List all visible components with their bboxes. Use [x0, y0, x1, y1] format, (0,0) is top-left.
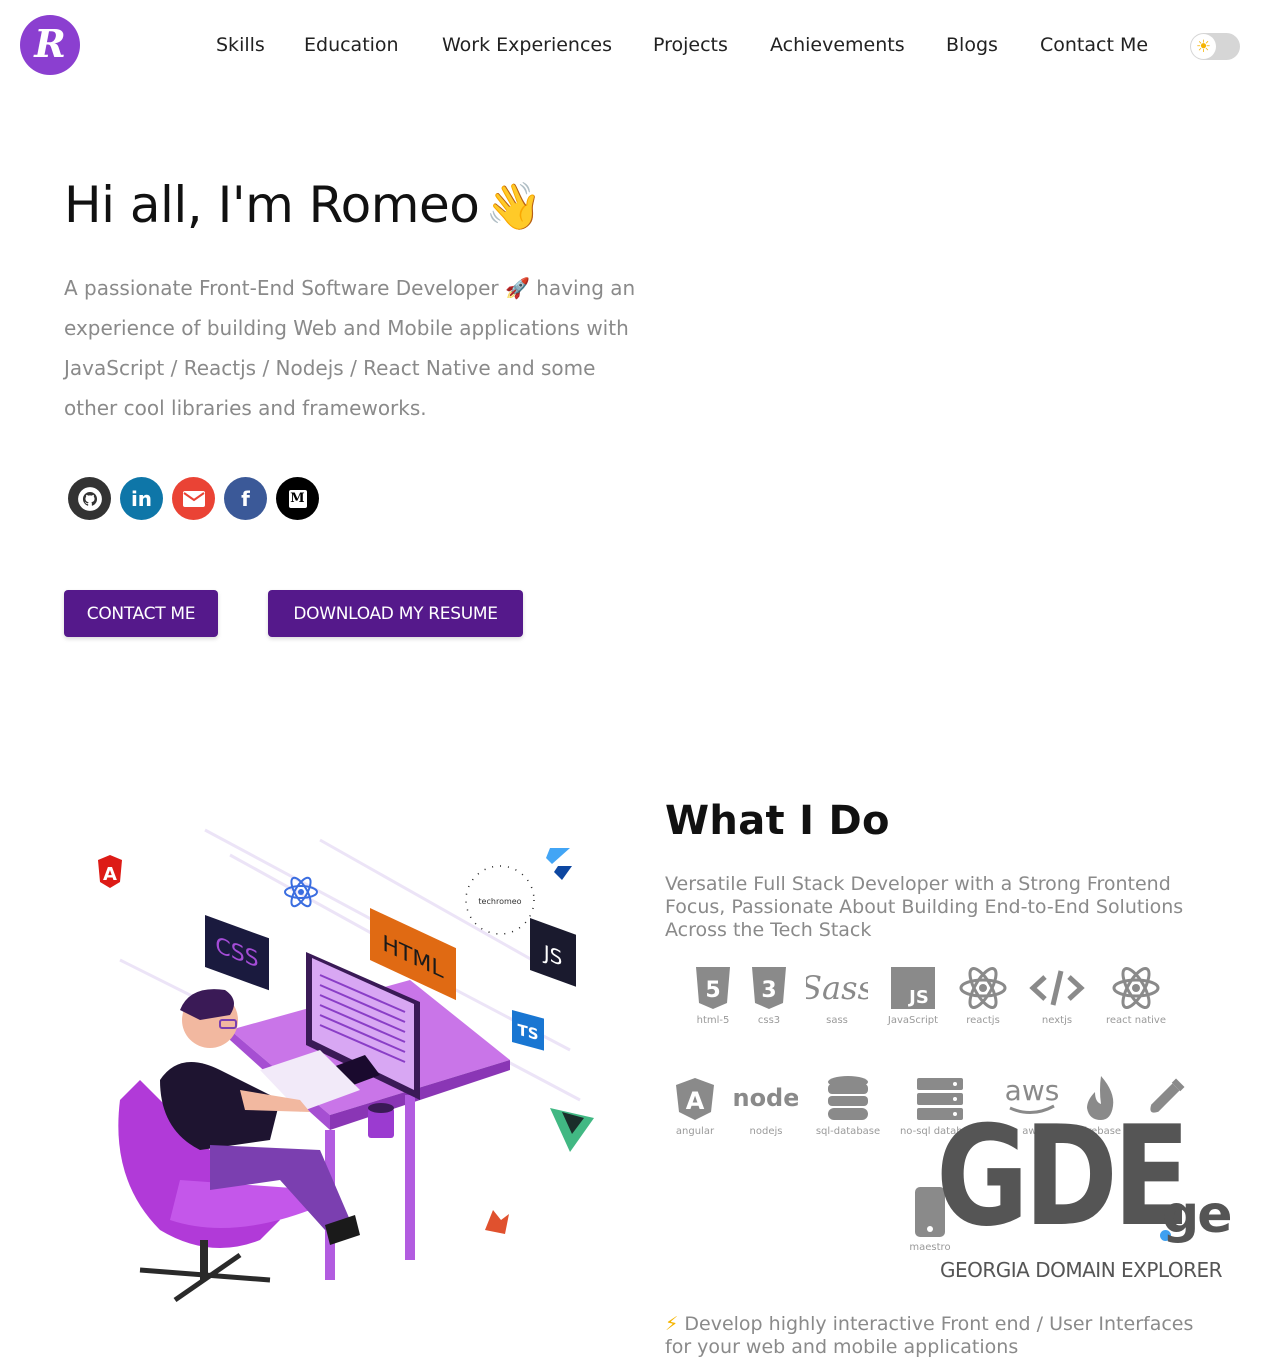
skill-sql-database: sql-database	[808, 1076, 888, 1137]
gde-watermark-tagline: GEORGIA DOMAIN EXPLORER	[940, 1258, 1223, 1282]
social-links: in f M	[68, 477, 319, 520]
gde-watermark-main: GDE	[936, 1096, 1190, 1257]
nav-achievements[interactable]: Achievements	[770, 34, 905, 56]
medium-icon[interactable]: M	[276, 477, 319, 520]
red-logo-icon	[485, 1210, 509, 1234]
javascript-icon: JS	[891, 967, 935, 1009]
skill-sass: Sass sass	[797, 965, 877, 1026]
vue-logo-icon	[550, 1108, 594, 1152]
nav-blogs[interactable]: Blogs	[946, 34, 998, 56]
download-resume-button[interactable]: DOWNLOAD MY RESUME	[268, 590, 523, 637]
nav-skills[interactable]: Skills	[216, 34, 265, 56]
svg-text:A: A	[686, 1087, 705, 1115]
flutter-logo-icon	[546, 848, 572, 880]
code-icon	[1029, 970, 1085, 1006]
svg-text:A: A	[103, 864, 117, 885]
skill-label: nextjs	[1041, 1015, 1073, 1026]
svg-text:node: node	[734, 1084, 798, 1112]
nav-projects[interactable]: Projects	[653, 34, 728, 56]
nav-contact-me[interactable]: Contact Me	[1040, 34, 1148, 56]
skill-label: sql-database	[815, 1126, 881, 1137]
site-logo[interactable]: R	[20, 15, 80, 75]
linkedin-icon[interactable]: in	[120, 477, 163, 520]
what-i-do-bullet-text: Develop highly interactive Front end / U…	[665, 1313, 1194, 1358]
github-icon[interactable]	[68, 477, 111, 520]
skill-angular: A angular	[655, 1076, 735, 1137]
facebook-glyph: f	[241, 486, 250, 511]
nav-education[interactable]: Education	[304, 34, 399, 56]
skill-react-native: react native	[1096, 965, 1176, 1026]
developer-illustration: A techromeo CSS HTML JS TS	[98, 828, 594, 1303]
what-i-do-title: What I Do	[665, 798, 890, 844]
angular-icon: A	[676, 1078, 714, 1120]
js-badge: JS	[530, 918, 576, 987]
lightning-icon: ⚡	[665, 1313, 679, 1335]
gde-watermark: GDE ge GEORGIA DOMAIN EXPLORER	[936, 1108, 1246, 1288]
medium-glyph: M	[288, 489, 307, 508]
skill-label: nodejs	[749, 1126, 783, 1137]
what-i-do-bullet: ⚡ Develop highly interactive Front end /…	[665, 1313, 1225, 1359]
coffee-mug	[368, 1103, 394, 1138]
gde-watermark-suffix: ge	[1162, 1185, 1232, 1245]
skill-nodejs: node nodejs	[726, 1076, 806, 1137]
skill-label: html-5	[696, 1015, 730, 1026]
skill-label: reactjs	[966, 1015, 1000, 1026]
react-icon	[959, 967, 1007, 1009]
sun-icon: ☀	[1191, 34, 1216, 59]
waving-hand-icon: 👋	[485, 179, 543, 233]
skill-nextjs: nextjs	[1017, 965, 1097, 1026]
sass-icon: Sass	[806, 969, 868, 1007]
css3-icon: 3	[752, 967, 786, 1009]
skill-label: react native	[1105, 1015, 1166, 1026]
nodejs-icon: node	[734, 1084, 798, 1112]
circle-text-badge: techromeo	[465, 865, 535, 935]
hero-title-text: Hi all, I'm Romeo	[64, 176, 480, 234]
what-i-do-subtitle: Versatile Full Stack Developer with a St…	[665, 873, 1184, 941]
skill-reactjs: reactjs	[943, 965, 1023, 1026]
angular-logo-icon: A	[98, 855, 122, 888]
linkedin-glyph: in	[130, 486, 153, 511]
skill-label: JavaScript	[887, 1015, 939, 1026]
skill-label: sass	[826, 1015, 848, 1026]
gmail-icon[interactable]	[172, 477, 215, 520]
logo-letter: R	[34, 21, 66, 66]
contact-me-button[interactable]: CONTACT ME	[64, 590, 218, 637]
skill-label: angular	[675, 1126, 715, 1137]
css-badge: CSS	[205, 915, 269, 991]
database-icon	[828, 1076, 868, 1120]
skill-label: css3	[757, 1015, 781, 1026]
hero-title: Hi all, I'm Romeo 👋	[64, 176, 543, 234]
theme-toggle[interactable]: ☀	[1190, 33, 1240, 60]
ts-badge: TS	[512, 1009, 544, 1051]
react-icon	[1112, 967, 1160, 1009]
svg-text:3: 3	[761, 978, 776, 1003]
svg-text:Sass: Sass	[806, 969, 868, 1007]
nav-work-experiences[interactable]: Work Experiences	[442, 34, 612, 56]
svg-text:techromeo: techromeo	[478, 897, 521, 906]
html5-icon: 5	[696, 967, 730, 1009]
svg-text:5: 5	[705, 978, 720, 1003]
hero-subtitle: A passionate Front-End Software Develope…	[64, 276, 636, 420]
facebook-icon[interactable]: f	[224, 477, 267, 520]
svg-text:JS: JS	[907, 987, 929, 1008]
skill-javascript: JS JavaScript	[873, 965, 953, 1026]
